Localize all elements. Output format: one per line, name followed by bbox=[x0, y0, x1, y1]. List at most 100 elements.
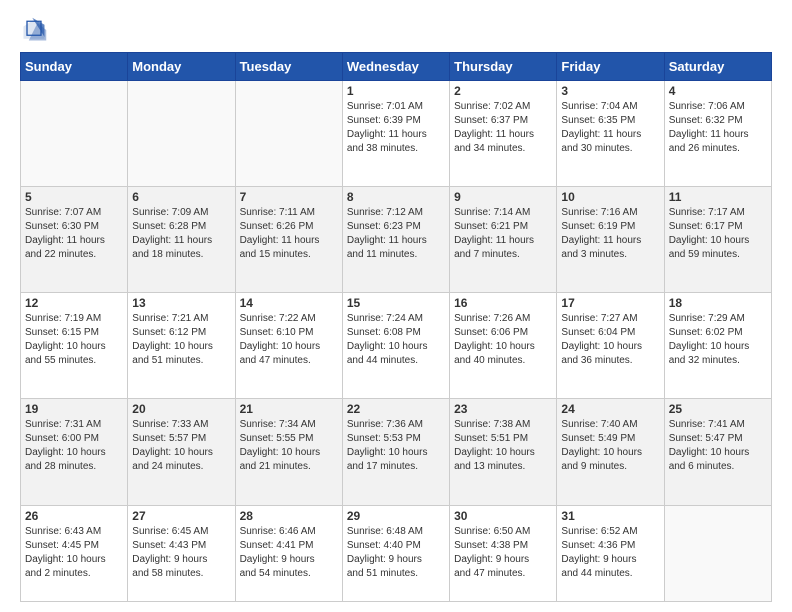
day-number: 31 bbox=[561, 509, 659, 523]
calendar-week-3: 12 Sunrise: 7:19 AM Sunset: 6:15 PM Dayli… bbox=[21, 293, 772, 399]
day-number: 29 bbox=[347, 509, 445, 523]
calendar-header-monday: Monday bbox=[128, 53, 235, 81]
calendar-week-1: 1Sunrise: 7:01 AM Sunset: 6:39 PM Daylig… bbox=[21, 81, 772, 187]
calendar-header-tuesday: Tuesday bbox=[235, 53, 342, 81]
day-number: 10 bbox=[561, 190, 659, 204]
day-number: 24 bbox=[561, 402, 659, 416]
day-number: 7 bbox=[240, 190, 338, 204]
day-number: 27 bbox=[132, 509, 230, 523]
calendar-cell: 14 Sunrise: 7:22 AM Sunset: 6:10 PM Dayli… bbox=[235, 293, 342, 399]
day-info: Sunrise: 7:31 AM Sunset: 6:00 PM Dayligh… bbox=[25, 418, 123, 474]
calendar-cell: 1Sunrise: 7:01 AM Sunset: 6:39 PM Daylig… bbox=[342, 81, 449, 187]
day-info: Sunrise: 6:48 AM Sunset: 4:40 PM Dayligh… bbox=[347, 525, 445, 581]
header bbox=[20, 16, 772, 44]
calendar-header-friday: Friday bbox=[557, 53, 664, 81]
day-info: Sunrise: 6:45 AM Sunset: 4:43 PM Dayligh… bbox=[132, 525, 230, 581]
day-number: 19 bbox=[25, 402, 123, 416]
calendar-header-saturday: Saturday bbox=[664, 53, 771, 81]
calendar-cell: 29 Sunrise: 6:48 AM Sunset: 4:40 PM Dayli… bbox=[342, 505, 449, 602]
calendar-cell: 9Sunrise: 7:14 AM Sunset: 6:21 PM Daylig… bbox=[450, 187, 557, 293]
day-number: 21 bbox=[240, 402, 338, 416]
day-info: Sunrise: 7:33 AM Sunset: 5:57 PM Dayligh… bbox=[132, 418, 230, 474]
calendar-cell: 21 Sunrise: 7:34 AM Sunset: 5:55 PM Dayli… bbox=[235, 399, 342, 505]
day-info: Sunrise: 7:34 AM Sunset: 5:55 PM Dayligh… bbox=[240, 418, 338, 474]
day-info: Sunrise: 7:02 AM Sunset: 6:37 PM Dayligh… bbox=[454, 100, 552, 156]
calendar-cell: 16Sunrise: 7:26 AM Sunset: 6:06 PM Dayli… bbox=[450, 293, 557, 399]
day-info: Sunrise: 7:24 AM Sunset: 6:08 PM Dayligh… bbox=[347, 312, 445, 368]
calendar-table: SundayMondayTuesdayWednesdayThursdayFrid… bbox=[20, 52, 772, 602]
calendar-cell: 24 Sunrise: 7:40 AM Sunset: 5:49 PM Dayli… bbox=[557, 399, 664, 505]
day-info: Sunrise: 7:27 AM Sunset: 6:04 PM Dayligh… bbox=[561, 312, 659, 368]
day-info: Sunrise: 6:46 AM Sunset: 4:41 PM Dayligh… bbox=[240, 525, 338, 581]
logo bbox=[20, 16, 52, 44]
day-number: 12 bbox=[25, 296, 123, 310]
calendar-cell: 7 Sunrise: 7:11 AM Sunset: 6:26 PM Daylig… bbox=[235, 187, 342, 293]
calendar-cell: 4 Sunrise: 7:06 AM Sunset: 6:32 PM Daylig… bbox=[664, 81, 771, 187]
calendar-cell: 5Sunrise: 7:07 AM Sunset: 6:30 PM Daylig… bbox=[21, 187, 128, 293]
calendar-header-sunday: Sunday bbox=[21, 53, 128, 81]
day-number: 2 bbox=[454, 84, 552, 98]
logo-icon bbox=[20, 16, 48, 44]
day-info: Sunrise: 7:38 AM Sunset: 5:51 PM Dayligh… bbox=[454, 418, 552, 474]
day-number: 25 bbox=[669, 402, 767, 416]
calendar-cell: 23 Sunrise: 7:38 AM Sunset: 5:51 PM Dayli… bbox=[450, 399, 557, 505]
day-number: 1 bbox=[347, 84, 445, 98]
day-info: Sunrise: 7:17 AM Sunset: 6:17 PM Dayligh… bbox=[669, 206, 767, 262]
calendar-cell: 2 Sunrise: 7:02 AM Sunset: 6:37 PM Daylig… bbox=[450, 81, 557, 187]
calendar-cell: 3Sunrise: 7:04 AM Sunset: 6:35 PM Daylig… bbox=[557, 81, 664, 187]
calendar-cell: 31 Sunrise: 6:52 AM Sunset: 4:36 PM Dayli… bbox=[557, 505, 664, 602]
day-info: Sunrise: 6:43 AM Sunset: 4:45 PM Dayligh… bbox=[25, 525, 123, 581]
day-info: Sunrise: 7:09 AM Sunset: 6:28 PM Dayligh… bbox=[132, 206, 230, 262]
calendar-cell: 11 Sunrise: 7:17 AM Sunset: 6:17 PM Dayli… bbox=[664, 187, 771, 293]
calendar-cell: 26 Sunrise: 6:43 AM Sunset: 4:45 PM Dayli… bbox=[21, 505, 128, 602]
calendar-cell: 15 Sunrise: 7:24 AM Sunset: 6:08 PM Dayli… bbox=[342, 293, 449, 399]
day-number: 23 bbox=[454, 402, 552, 416]
day-info: Sunrise: 7:36 AM Sunset: 5:53 PM Dayligh… bbox=[347, 418, 445, 474]
day-number: 4 bbox=[669, 84, 767, 98]
calendar-cell: 8 Sunrise: 7:12 AM Sunset: 6:23 PM Daylig… bbox=[342, 187, 449, 293]
day-info: Sunrise: 7:11 AM Sunset: 6:26 PM Dayligh… bbox=[240, 206, 338, 262]
day-info: Sunrise: 6:52 AM Sunset: 4:36 PM Dayligh… bbox=[561, 525, 659, 581]
day-info: Sunrise: 7:12 AM Sunset: 6:23 PM Dayligh… bbox=[347, 206, 445, 262]
day-info: Sunrise: 7:07 AM Sunset: 6:30 PM Dayligh… bbox=[25, 206, 123, 262]
calendar-cell: 25 Sunrise: 7:41 AM Sunset: 5:47 PM Dayli… bbox=[664, 399, 771, 505]
day-number: 6 bbox=[132, 190, 230, 204]
calendar-cell bbox=[664, 505, 771, 602]
calendar-cell: 6 Sunrise: 7:09 AM Sunset: 6:28 PM Daylig… bbox=[128, 187, 235, 293]
day-info: Sunrise: 7:22 AM Sunset: 6:10 PM Dayligh… bbox=[240, 312, 338, 368]
day-info: Sunrise: 7:19 AM Sunset: 6:15 PM Dayligh… bbox=[25, 312, 123, 368]
calendar-cell: 20 Sunrise: 7:33 AM Sunset: 5:57 PM Dayli… bbox=[128, 399, 235, 505]
day-info: Sunrise: 7:41 AM Sunset: 5:47 PM Dayligh… bbox=[669, 418, 767, 474]
day-number: 13 bbox=[132, 296, 230, 310]
day-number: 26 bbox=[25, 509, 123, 523]
day-number: 28 bbox=[240, 509, 338, 523]
calendar-header-thursday: Thursday bbox=[450, 53, 557, 81]
calendar-cell: 17Sunrise: 7:27 AM Sunset: 6:04 PM Dayli… bbox=[557, 293, 664, 399]
calendar-week-2: 5Sunrise: 7:07 AM Sunset: 6:30 PM Daylig… bbox=[21, 187, 772, 293]
calendar-cell: 13 Sunrise: 7:21 AM Sunset: 6:12 PM Dayli… bbox=[128, 293, 235, 399]
day-number: 11 bbox=[669, 190, 767, 204]
calendar-cell: 18Sunrise: 7:29 AM Sunset: 6:02 PM Dayli… bbox=[664, 293, 771, 399]
calendar-cell: 10 Sunrise: 7:16 AM Sunset: 6:19 PM Dayli… bbox=[557, 187, 664, 293]
day-info: Sunrise: 7:06 AM Sunset: 6:32 PM Dayligh… bbox=[669, 100, 767, 156]
calendar-cell bbox=[21, 81, 128, 187]
calendar-cell bbox=[235, 81, 342, 187]
calendar-week-4: 19 Sunrise: 7:31 AM Sunset: 6:00 PM Dayli… bbox=[21, 399, 772, 505]
day-info: Sunrise: 7:26 AM Sunset: 6:06 PM Dayligh… bbox=[454, 312, 552, 368]
day-number: 30 bbox=[454, 509, 552, 523]
day-info: Sunrise: 7:40 AM Sunset: 5:49 PM Dayligh… bbox=[561, 418, 659, 474]
calendar-cell: 12 Sunrise: 7:19 AM Sunset: 6:15 PM Dayli… bbox=[21, 293, 128, 399]
calendar-cell: 22Sunrise: 7:36 AM Sunset: 5:53 PM Dayli… bbox=[342, 399, 449, 505]
calendar-week-5: 26 Sunrise: 6:43 AM Sunset: 4:45 PM Dayli… bbox=[21, 505, 772, 602]
calendar-cell bbox=[128, 81, 235, 187]
day-number: 14 bbox=[240, 296, 338, 310]
day-info: Sunrise: 6:50 AM Sunset: 4:38 PM Dayligh… bbox=[454, 525, 552, 581]
calendar-cell: 27 Sunrise: 6:45 AM Sunset: 4:43 PM Dayli… bbox=[128, 505, 235, 602]
calendar-page: SundayMondayTuesdayWednesdayThursdayFrid… bbox=[0, 0, 792, 612]
day-info: Sunrise: 7:21 AM Sunset: 6:12 PM Dayligh… bbox=[132, 312, 230, 368]
day-number: 8 bbox=[347, 190, 445, 204]
day-info: Sunrise: 7:16 AM Sunset: 6:19 PM Dayligh… bbox=[561, 206, 659, 262]
day-number: 3 bbox=[561, 84, 659, 98]
day-number: 20 bbox=[132, 402, 230, 416]
day-number: 15 bbox=[347, 296, 445, 310]
